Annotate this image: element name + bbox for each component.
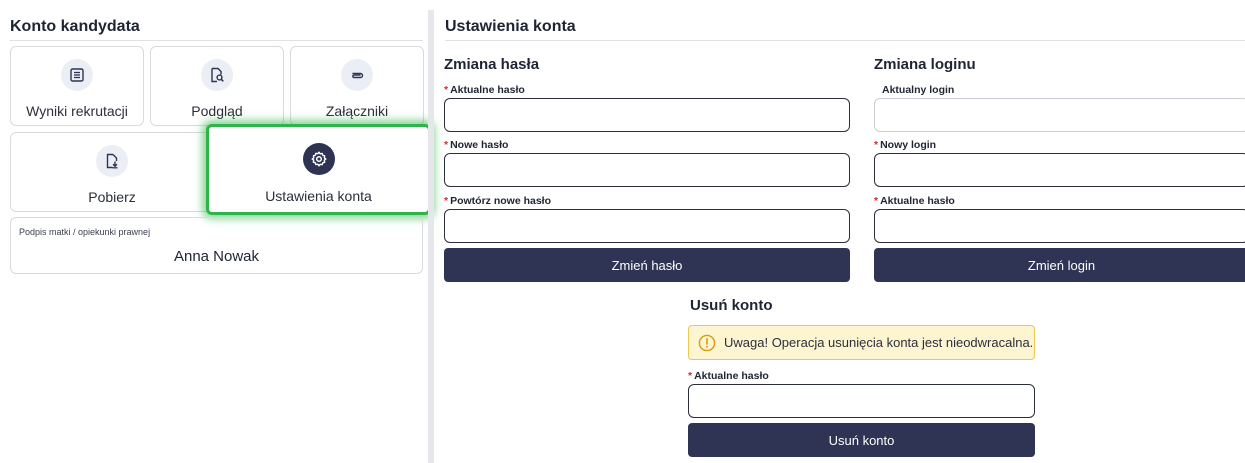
tile-label: Podgląd [191, 103, 243, 119]
tile-recruitment-results[interactable]: Wyniki rekrutacji [10, 46, 144, 126]
current-login-input [874, 98, 1245, 132]
gear-icon [302, 143, 335, 175]
tile-attachments[interactable]: Załączniki [290, 46, 424, 126]
new-login-input[interactable] [874, 153, 1245, 187]
password-change-title: Zmiana hasła [444, 56, 540, 73]
new-login-label: * Nowy login [874, 139, 937, 151]
tile-label: Wyniki rekrutacji [26, 103, 128, 119]
login-change-title: Zmiana loginu [874, 56, 976, 73]
new-password-label: * Nowe hasło [444, 139, 509, 151]
list-icon [61, 59, 93, 91]
change-login-button[interactable]: Zmień login [874, 248, 1245, 282]
delete-password-input[interactable] [688, 384, 1035, 418]
tile-account-settings[interactable]: Ustawienia konta [206, 124, 431, 215]
current-password-input[interactable] [444, 98, 850, 132]
candidate-account-panel: Konto kandydata Wyniki rekrutacji Podglą… [0, 0, 431, 463]
panel-title: Konto kandydata [10, 18, 140, 35]
change-password-button[interactable]: Zmień hasło [444, 248, 850, 282]
settings-title-divider [445, 40, 1245, 41]
signature-value: Anna Nowak [173, 248, 260, 265]
new-password-input[interactable] [444, 153, 850, 187]
tile-label: Załączniki [325, 103, 389, 119]
warning-icon [698, 334, 716, 352]
panel-title-divider [10, 40, 423, 41]
warning-text: Uwaga! Operacja usunięcia konta jest nie… [724, 335, 1034, 350]
login-password-label: * Aktualne hasło [874, 195, 955, 207]
tile-label: Ustawienia konta [265, 188, 372, 204]
repeat-password-label: * Powtórz nowe hasło [444, 195, 552, 207]
tile-preview[interactable]: Podgląd [150, 46, 284, 126]
login-password-input[interactable] [874, 209, 1245, 243]
irreversible-warning: Uwaga! Operacja usunięcia konta jest nie… [688, 325, 1035, 360]
settings-title: Ustawienia konta [445, 18, 576, 35]
tile-download[interactable]: Pobierz [10, 132, 214, 212]
file-download-icon [96, 145, 128, 177]
delete-account-button[interactable]: Usuń konto [688, 423, 1035, 457]
signature-card: Podpis matki / opiekunki prawnej Anna No… [10, 217, 423, 274]
delete-password-label: * Aktualne hasło [688, 370, 769, 382]
tile-label: Pobierz [88, 189, 136, 205]
signature-label: Podpis matki / opiekunki prawnej [19, 227, 151, 237]
document-search-icon [201, 59, 233, 91]
delete-account-title: Usuń konto [690, 297, 773, 314]
account-settings-panel: Ustawienia konta Zmiana hasła * Aktualne … [434, 0, 1245, 463]
current-login-label: Aktualny login [882, 84, 955, 96]
paperclip-icon [341, 59, 373, 91]
repeat-password-input[interactable] [444, 209, 850, 243]
current-password-label: * Aktualne hasło [444, 84, 525, 96]
